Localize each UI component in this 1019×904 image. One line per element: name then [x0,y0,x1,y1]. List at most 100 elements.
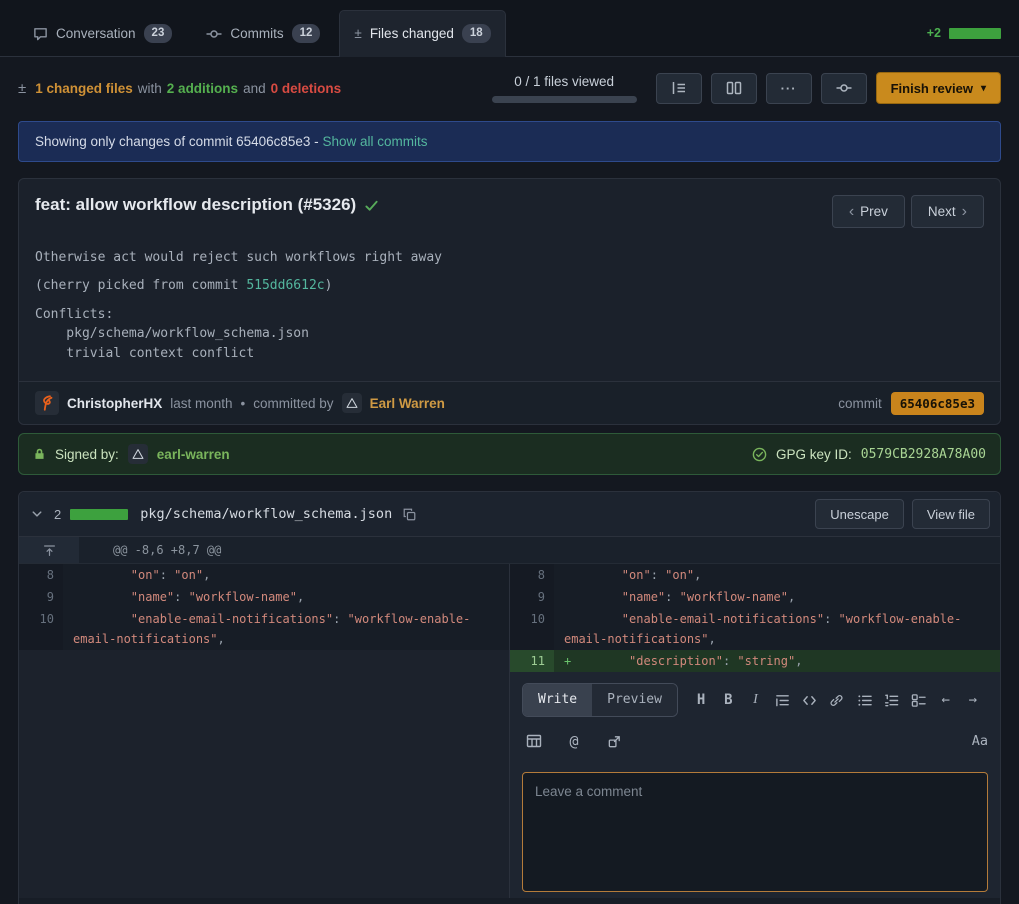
prev-commit-button[interactable]: ‹ Prev [832,195,905,228]
commit-select-button[interactable] [821,73,867,104]
line-number-right[interactable]: 9 [509,586,554,608]
comment-textarea[interactable] [522,772,988,892]
ci-success-check-icon[interactable] [364,198,379,213]
reference-icon[interactable] [602,729,626,753]
commit-sha-badge[interactable]: 65406c85e3 [891,392,984,415]
indent-icon[interactable]: → [961,688,985,712]
commit-time: last month [170,396,232,411]
italic-icon[interactable]: I [743,688,767,712]
hunk-header-text: @@ -8,6 +8,7 @@ [79,537,221,563]
author-name[interactable]: ChristopherHX [67,396,162,411]
diff-summary: ± 1 changed files with 2 additions and 0… [18,80,341,97]
expand-hunk-button[interactable] [19,537,79,563]
line-number-left[interactable]: 10 [19,608,63,650]
copy-filename-icon[interactable] [401,506,418,523]
diffstat-bar [949,28,1001,39]
unescape-button[interactable]: Unescape [815,499,904,529]
split-view-icon [726,80,742,96]
files-viewed-progress: 0 / 1 files viewed [492,74,637,103]
author-avatar[interactable] [35,391,59,415]
commit-message-body: Otherwise act would reject such workflow… [19,230,1000,381]
line-number-right[interactable]: 10 [509,608,554,650]
line-number-right[interactable]: 11 [509,650,554,672]
diff-code-line: "enable-email-notifications": "workflow-… [63,608,509,650]
diff-view-toggle-button[interactable] [711,73,757,104]
editor-toolbar-secondary: @ Aa [522,729,988,753]
line-number-left[interactable]: 8 [19,564,63,586]
link-icon[interactable] [825,688,849,712]
commit-icon [836,80,852,96]
commit-panel: feat: allow workflow description (#5326)… [18,178,1001,425]
file-tree-icon [671,80,687,96]
line-number-right[interactable]: 8 [509,564,554,586]
cherry-pick-sha-link[interactable]: 515dd6612c [246,278,324,293]
pr-diffstat: +2 [927,26,1001,40]
tab-files-changed[interactable]: ± Files changed 18 [339,10,505,57]
diff-code-line: "on": "on", [63,564,509,586]
committer-avatar[interactable] [342,393,362,413]
files-viewed-label: 0 / 1 files viewed [514,74,614,89]
view-file-button[interactable]: View file [912,499,990,529]
numbered-list-icon[interactable] [879,688,903,712]
chevron-right-icon: › [962,203,967,221]
table-icon[interactable] [522,729,546,753]
commit-sha-info: commit 65406c85e3 [838,392,984,415]
file-change-count: 2 [54,507,61,522]
added-code-line: + "description": "string", [554,650,1000,672]
tab-commits[interactable]: Commits 12 [191,10,335,56]
plusminus-icon: ± [18,80,26,97]
line-number-left[interactable]: 9 [19,586,63,608]
commit-nav: ‹ Prev Next › [832,195,984,228]
preview-tab[interactable]: Preview [592,684,677,716]
summary-and: and [243,81,266,96]
signer-avatar[interactable] [128,444,148,464]
prev-label: Prev [860,204,888,219]
finish-review-button[interactable]: Finish review ▾ [876,72,1001,104]
toolbar-right: 0 / 1 files viewed ··· Finish review ▾ [492,72,1001,104]
files-changed-count-badge: 18 [462,24,491,43]
caret-down-icon: ▾ [981,83,986,94]
changed-files-text[interactable]: 1 changed files [35,81,133,96]
split-diff-table: 8 "on": "on", 8 "on": "on", 9 "name": "w… [19,564,1000,904]
next-commit-button[interactable]: Next › [911,195,984,228]
signed-by-label: Signed by: [55,447,119,462]
commit-author-info: ChristopherHX last month • committed by … [35,391,445,415]
empty-diff-cell [19,672,509,898]
collapse-file-chevron-icon[interactable] [29,506,45,522]
deletions-text: 0 deletions [271,81,342,96]
tab-conversation[interactable]: Conversation 23 [18,10,187,56]
signed-commit-banner: Signed by: earl-warren GPG key ID: 0579C… [18,433,1001,475]
file-actions: Unescape View file [815,499,990,529]
text-style-toggle[interactable]: Aa [972,731,988,751]
verified-check-icon [752,447,767,462]
outdent-icon[interactable]: ← [934,688,958,712]
bullet-list-icon[interactable] [852,688,876,712]
mention-icon[interactable]: @ [562,729,586,753]
diff-options-button[interactable]: ··· [766,73,812,104]
quote-icon[interactable] [771,688,795,712]
conversation-count-badge: 23 [144,24,173,43]
markdown-buttons: H B I [686,688,988,712]
file-diff-panel: 2 pkg/schema/workflow_schema.json Unesca… [18,491,1001,904]
commit-title-text: feat: allow workflow description (#5326) [35,195,356,215]
heading-icon[interactable]: H [689,688,713,712]
cherry-prefix: (cherry picked from commit [35,278,246,293]
file-tree-toggle-button[interactable] [656,73,702,104]
bold-icon[interactable]: B [716,688,740,712]
signer-username-link[interactable]: earl-warren [157,447,230,462]
show-all-commits-link[interactable]: Show all commits [322,134,427,149]
tab-files-changed-label: Files changed [370,26,454,41]
committer-name[interactable]: Earl Warren [370,396,445,411]
file-name[interactable]: pkg/schema/workflow_schema.json [140,506,392,522]
tab-conversation-label: Conversation [56,26,136,41]
commit-message-line: Otherwise act would reject such workflow… [35,249,984,268]
signed-by-info: Signed by: earl-warren [33,444,230,464]
task-list-icon[interactable] [906,688,930,712]
commit-filter-banner: Showing only changes of commit 65406c85e… [18,121,1001,162]
diff-code-line: "on": "on", [554,564,1000,586]
code-icon[interactable] [798,688,822,712]
inline-comment-editor: Write Preview H B I [509,672,1000,898]
commit-header: feat: allow workflow description (#5326)… [19,179,1000,230]
gpg-key-label: GPG key ID: [776,447,852,462]
write-tab[interactable]: Write [523,684,592,716]
